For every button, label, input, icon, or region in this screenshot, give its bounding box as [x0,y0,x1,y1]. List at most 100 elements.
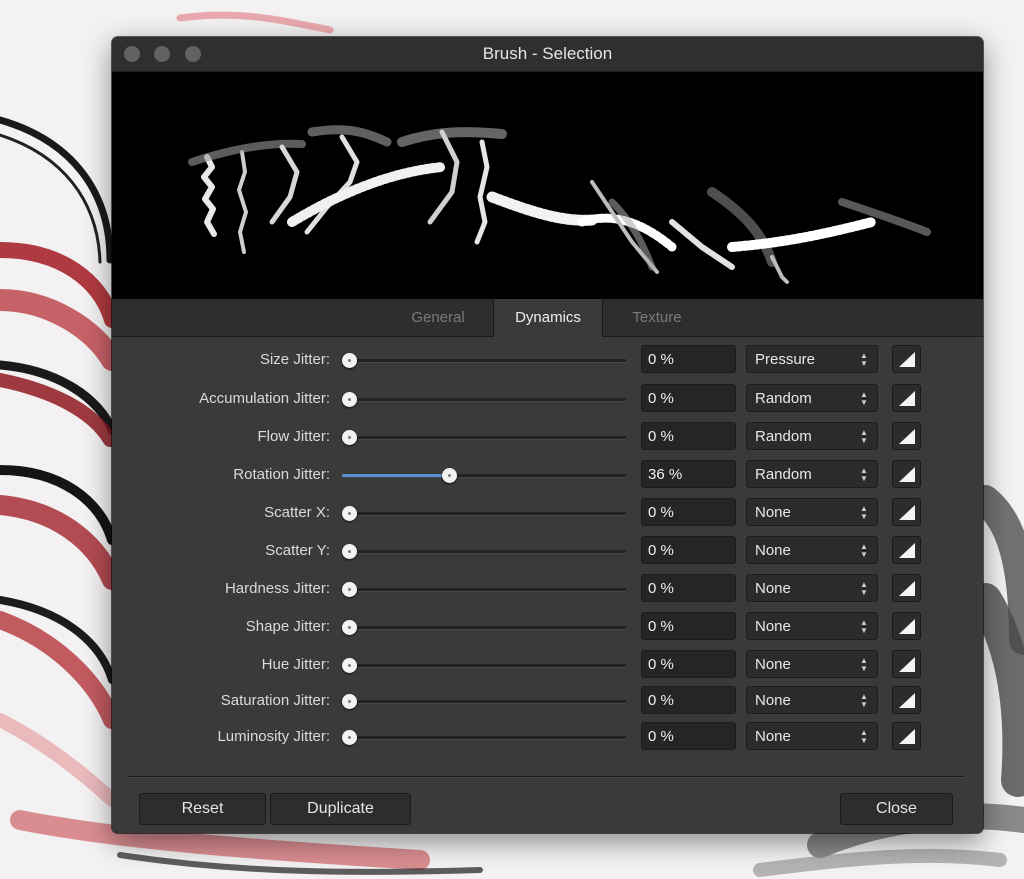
brush-selection-window: Brush - Selection General Dynamics Textu… [112,37,983,833]
response-curve-button[interactable] [892,345,921,373]
setting-row: Size Jitter: 0 % Pressure ▲ ▼ [112,345,983,375]
setting-label: Scatter Y: [265,542,330,559]
controller-select[interactable]: None ▲ ▼ [746,686,878,714]
setting-row: Hardness Jitter: 0 % None ▲ ▼ [112,574,983,604]
jitter-value-field[interactable]: 0 % [641,384,736,412]
controller-select-value: None [755,580,791,597]
controller-select-value: Random [755,390,812,407]
response-curve-button[interactable] [892,536,921,564]
controller-select-value: Random [755,428,812,445]
setting-label: Flow Jitter: [257,428,330,445]
jitter-slider[interactable] [342,468,626,483]
tab-general[interactable]: General [383,299,493,336]
jitter-slider[interactable] [342,620,626,635]
slider-fill [342,474,449,477]
response-curve-button[interactable] [892,722,921,750]
jitter-value-field[interactable]: 0 % [641,498,736,526]
controller-select[interactable]: None ▲ ▼ [746,612,878,640]
response-curve-button[interactable] [892,612,921,640]
controller-select[interactable]: None ▲ ▼ [746,650,878,678]
up-down-arrows-icon: ▲ ▼ [860,580,868,597]
tab-bar: General Dynamics Texture [112,299,983,337]
slider-knob[interactable] [342,730,357,745]
response-curve-button[interactable] [892,384,921,412]
slider-knob[interactable] [342,430,357,445]
jitter-slider[interactable] [342,544,626,559]
controller-select[interactable]: Random ▲ ▼ [746,460,878,488]
close-button[interactable]: Close [840,793,953,825]
controller-select-value: Pressure [755,351,816,368]
setting-row: Scatter X: 0 % None ▲ ▼ [112,498,983,528]
up-down-arrows-icon: ▲ ▼ [860,351,868,368]
jitter-value-field[interactable]: 0 % [641,345,736,373]
jitter-slider[interactable] [342,392,626,407]
response-curve-icon [899,429,915,444]
controller-select-value: None [755,618,791,635]
slider-knob[interactable] [342,620,357,635]
tab-dynamics[interactable]: Dynamics [493,299,603,337]
jitter-slider[interactable] [342,430,626,445]
slider-knob[interactable] [342,392,357,407]
slider-knob[interactable] [342,544,357,559]
response-curve-button[interactable] [892,574,921,602]
setting-label: Luminosity Jitter: [217,728,330,745]
response-curve-button[interactable] [892,460,921,488]
tab-texture[interactable]: Texture [601,299,713,336]
slider-knob[interactable] [441,468,457,483]
jitter-value-field[interactable]: 0 % [641,650,736,678]
reset-button[interactable]: Reset [139,793,266,825]
response-curve-icon [899,729,915,744]
setting-label: Rotation Jitter: [233,466,330,483]
up-down-arrows-icon: ▲ ▼ [860,466,868,483]
setting-row: Flow Jitter: 0 % Random ▲ ▼ [112,422,983,452]
controller-select[interactable]: Pressure ▲ ▼ [746,345,878,373]
title-bar[interactable]: Brush - Selection [112,37,983,72]
setting-label: Hue Jitter: [261,656,330,673]
jitter-value-field[interactable]: 0 % [641,574,736,602]
jitter-value-field[interactable]: 0 % [641,722,736,750]
setting-label: Hardness Jitter: [224,580,330,597]
jitter-slider[interactable] [342,730,626,745]
controller-select[interactable]: None ▲ ▼ [746,498,878,526]
jitter-value-field[interactable]: 0 % [641,422,736,450]
response-curve-icon [899,581,915,596]
setting-row: Luminosity Jitter: 0 % None ▲ ▼ [112,722,983,752]
jitter-slider[interactable] [342,658,626,673]
slider-knob[interactable] [342,506,357,521]
up-down-arrows-icon: ▲ ▼ [860,618,868,635]
jitter-value-field[interactable]: 0 % [641,612,736,640]
response-curve-button[interactable] [892,422,921,450]
jitter-slider[interactable] [342,694,626,709]
controller-select[interactable]: None ▲ ▼ [746,722,878,750]
response-curve-icon [899,505,915,520]
slider-knob[interactable] [342,658,357,673]
jitter-slider[interactable] [342,506,626,521]
duplicate-button[interactable]: Duplicate [270,793,411,825]
window-title: Brush - Selection [482,44,613,63]
brush-stroke-preview [112,72,983,334]
slider-knob[interactable] [342,694,357,709]
controller-select[interactable]: None ▲ ▼ [746,574,878,602]
response-curve-button[interactable] [892,498,921,526]
jitter-value-field[interactable]: 0 % [641,686,736,714]
jitter-slider[interactable] [342,353,626,368]
response-curve-icon [899,693,915,708]
setting-label: Accumulation Jitter: [199,390,330,407]
controller-select-value: None [755,692,791,709]
up-down-arrows-icon: ▲ ▼ [860,542,868,559]
jitter-value-field[interactable]: 0 % [641,536,736,564]
response-curve-button[interactable] [892,650,921,678]
controller-select[interactable]: Random ▲ ▼ [746,384,878,412]
slider-knob[interactable] [342,353,357,368]
jitter-value-field[interactable]: 36 % [641,460,736,488]
response-curve-button[interactable] [892,686,921,714]
controller-select-value: None [755,656,791,673]
controller-select-value: None [755,542,791,559]
response-curve-icon [899,391,915,406]
controller-select[interactable]: None ▲ ▼ [746,536,878,564]
controller-select[interactable]: Random ▲ ▼ [746,422,878,450]
slider-knob[interactable] [342,582,357,597]
controller-select-value: None [755,728,791,745]
setting-row: Accumulation Jitter: 0 % Random ▲ ▼ [112,384,983,414]
jitter-slider[interactable] [342,582,626,597]
